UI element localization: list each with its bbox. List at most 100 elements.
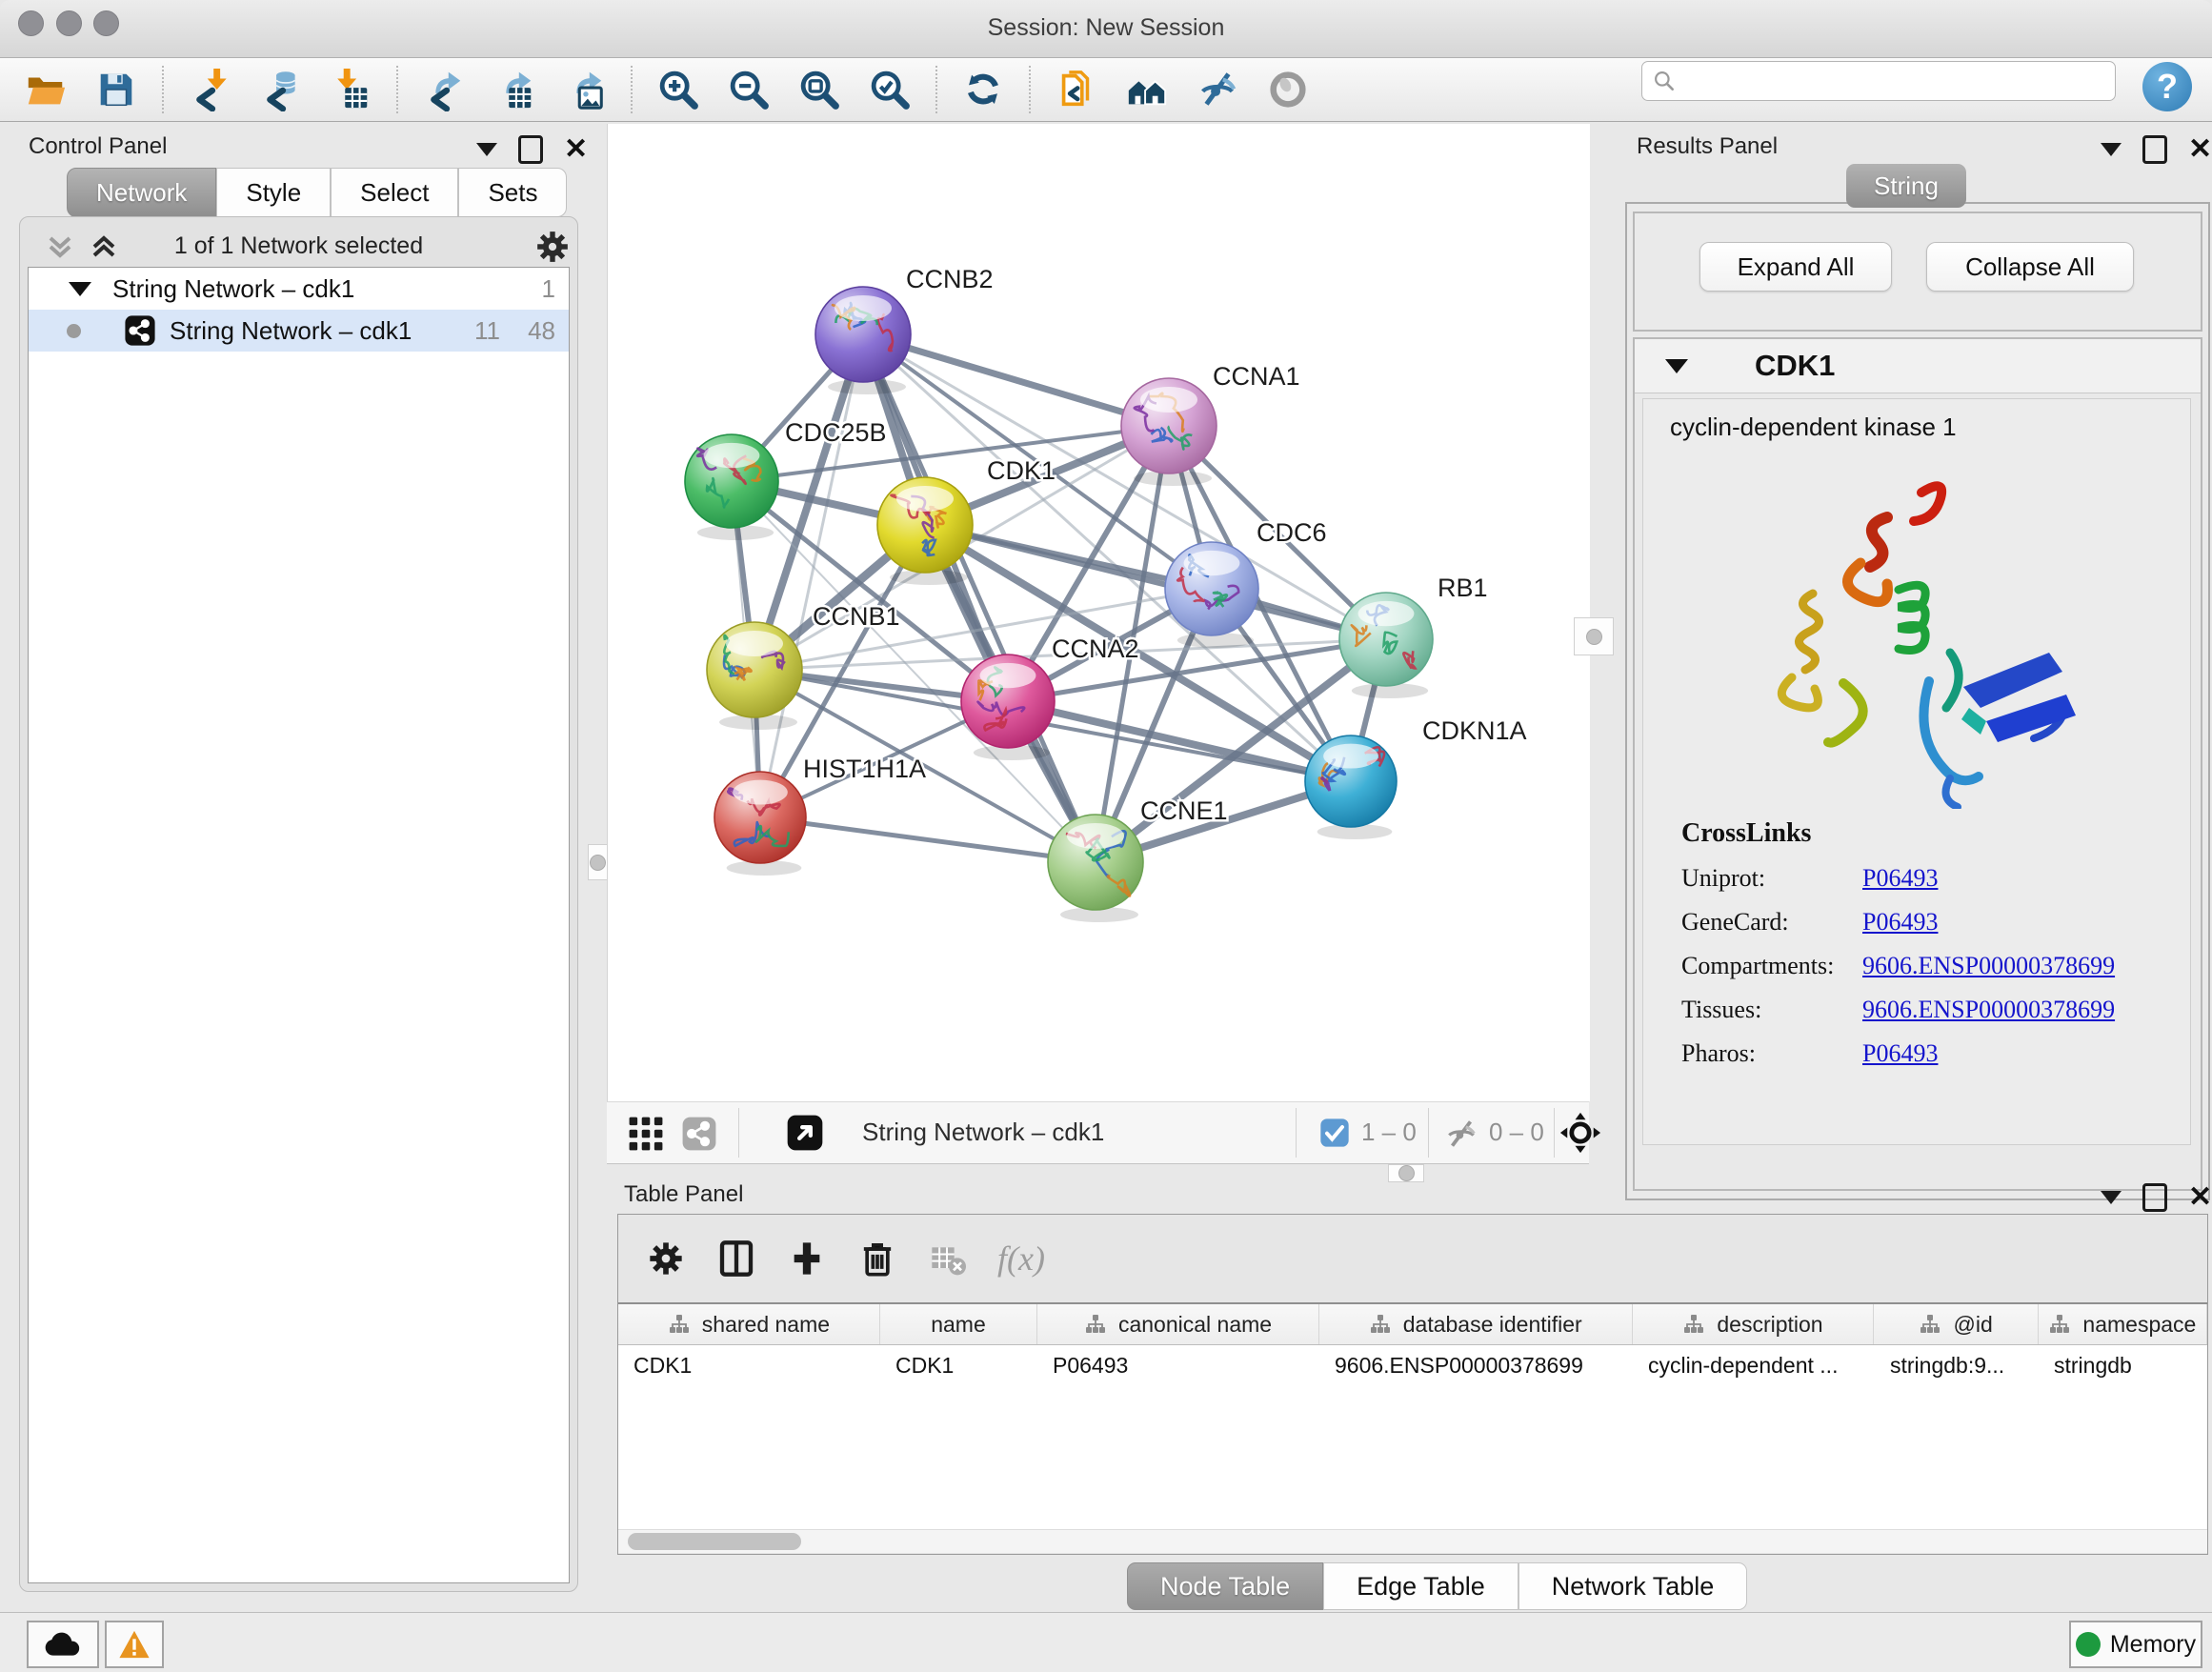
network-view-canvas[interactable]: CCNB2CCNA1CDC25BCDK1CDC6RB1CCNB1CCNA2CDK… <box>607 124 1590 1101</box>
show-graphics-details-button[interactable] <box>1265 67 1311 112</box>
network-node-CCNA2[interactable] <box>961 655 1055 760</box>
tab-edge-table[interactable]: Edge Table <box>1323 1562 1518 1610</box>
cell[interactable]: CDK1 <box>880 1345 1037 1385</box>
table-options-button[interactable] <box>645 1238 687 1279</box>
column-label: database identifier <box>1403 1312 1582 1338</box>
column-header-database-identifier[interactable]: database identifier <box>1319 1304 1633 1344</box>
network-edge[interactable] <box>760 817 1096 862</box>
grid-mode-icon[interactable] <box>628 1116 664 1152</box>
cell[interactable]: stringdb:9... <box>1875 1345 2039 1385</box>
open-session-icon <box>24 68 68 111</box>
expand-all-button[interactable]: Expand All <box>1699 242 1892 292</box>
cell[interactable]: cyclin-dependent ... <box>1633 1345 1875 1385</box>
left-splitter-handle[interactable] <box>588 844 608 880</box>
crosslink-value[interactable]: P06493 <box>1862 1039 1938 1068</box>
network-node-CCNA1[interactable] <box>1121 378 1217 486</box>
collection-expander-icon[interactable] <box>69 282 91 296</box>
save-session-button[interactable] <box>93 67 139 112</box>
network-mode-icon[interactable] <box>681 1116 717 1152</box>
help-button[interactable]: ? <box>2142 62 2192 111</box>
zoom-out-button[interactable] <box>726 67 772 112</box>
column-header--id[interactable]: @id <box>1874 1304 2038 1344</box>
network-node-CDC25B[interactable] <box>685 434 778 540</box>
crosslink-value[interactable]: P06493 <box>1862 864 1938 893</box>
network-node-HIST1H1A[interactable] <box>714 772 806 876</box>
network-node-CCNE1[interactable] <box>1048 815 1143 922</box>
import-network-button[interactable] <box>187 67 232 112</box>
first-neighbors-button[interactable] <box>1124 67 1170 112</box>
cell[interactable]: P06493 <box>1037 1345 1319 1385</box>
float-panel-icon[interactable] <box>2142 1183 2167 1212</box>
tab-sets[interactable]: Sets <box>458 168 567 217</box>
fit-selected-crosshair-icon[interactable] <box>1559 1112 1601 1154</box>
collapse-all-button[interactable]: Collapse All <box>1926 242 2134 292</box>
collapse-panel-icon[interactable] <box>476 143 497 156</box>
tab-style[interactable]: Style <box>216 168 331 217</box>
import-network-database-button[interactable] <box>257 67 303 112</box>
cell[interactable]: stringdb <box>2039 1345 2207 1385</box>
birdseye-view-icon[interactable] <box>786 1114 824 1152</box>
zoom-in-button[interactable] <box>655 67 701 112</box>
scrollbar-thumb[interactable] <box>628 1533 801 1550</box>
export-image-button[interactable] <box>562 67 608 112</box>
network-node-CCNB2[interactable] <box>815 287 911 394</box>
export-network-icon <box>422 68 466 111</box>
column-header-name[interactable]: name <box>880 1304 1037 1344</box>
tab-select[interactable]: Select <box>331 168 458 217</box>
right-splitter-handle[interactable] <box>1574 617 1614 655</box>
tab-string[interactable]: String <box>1846 164 1966 208</box>
crosslink-value[interactable]: 9606.ENSP00000378699 <box>1862 952 2115 980</box>
zoom-fit-icon <box>797 68 841 111</box>
close-panel-icon[interactable]: ✕ <box>2188 1186 2212 1209</box>
float-panel-icon[interactable] <box>518 135 543 164</box>
show-column-button[interactable] <box>715 1238 757 1279</box>
network-node-CCNB1[interactable] <box>707 622 802 730</box>
column-header-shared-name[interactable]: shared name <box>618 1304 880 1344</box>
hide-graphics-details-button[interactable] <box>1195 67 1240 112</box>
collapse-panel-icon[interactable] <box>2101 143 2122 156</box>
search-input[interactable] <box>1677 63 2115 99</box>
close-panel-icon[interactable]: ✕ <box>564 138 588 161</box>
open-session-button[interactable] <box>23 67 69 112</box>
network-node-RB1[interactable] <box>1339 593 1433 698</box>
network-node-CDKN1A[interactable] <box>1305 735 1397 839</box>
crosslink-row: Tissues:9606.ENSP00000378699 <box>1681 996 2177 1024</box>
column-header-canonical-name[interactable]: canonical name <box>1037 1304 1319 1344</box>
tab-network-table[interactable]: Network Table <box>1518 1562 1748 1610</box>
tab-network[interactable]: Network <box>67 168 216 217</box>
table-row[interactable]: CDK1CDK1P064939606.ENSP00000378699cyclin… <box>618 1345 2207 1385</box>
export-network-button[interactable] <box>421 67 467 112</box>
cell[interactable]: CDK1 <box>618 1345 880 1385</box>
string-import-button[interactable] <box>1054 67 1099 112</box>
function-builder-button[interactable]: f(x) <box>997 1239 1045 1279</box>
crosslink-value[interactable]: P06493 <box>1862 908 1938 937</box>
network-row[interactable]: String Network – cdk1 11 48 <box>29 310 569 352</box>
column-mapping-icon <box>1682 1313 1705 1336</box>
close-panel-icon[interactable]: ✕ <box>2188 138 2212 161</box>
collapse-panel-icon[interactable] <box>2101 1191 2122 1204</box>
delete-column-button[interactable] <box>856 1238 898 1279</box>
apply-layout-button[interactable] <box>960 67 1006 112</box>
table-horizontal-scrollbar[interactable] <box>618 1529 2207 1553</box>
float-panel-icon[interactable] <box>2142 135 2167 164</box>
network-collection-row[interactable]: String Network – cdk1 1 <box>29 268 569 310</box>
zoom-selected-button[interactable] <box>867 67 913 112</box>
network-options-gear-icon[interactable] <box>534 229 571 265</box>
tab-node-table[interactable]: Node Table <box>1127 1562 1323 1610</box>
entry-expander-icon[interactable] <box>1665 359 1688 373</box>
entry-header[interactable]: CDK1 <box>1635 339 2201 393</box>
selected-checkbox-icon[interactable] <box>1319 1118 1350 1148</box>
cloud-status-button[interactable] <box>27 1621 99 1668</box>
column-header-namespace[interactable]: namespace <box>2039 1304 2207 1344</box>
crosslink-value[interactable]: 9606.ENSP00000378699 <box>1862 996 2115 1024</box>
column-header-description[interactable]: description <box>1633 1304 1875 1344</box>
warnings-button[interactable] <box>105 1621 164 1668</box>
crosslink-row: Compartments:9606.ENSP00000378699 <box>1681 952 2177 980</box>
cell[interactable]: 9606.ENSP00000378699 <box>1319 1345 1633 1385</box>
gene-description: cyclin-dependent kinase 1 <box>1670 413 1957 442</box>
export-table-button[interactable] <box>492 67 537 112</box>
memory-button[interactable]: Memory <box>2069 1621 2202 1668</box>
zoom-fit-button[interactable] <box>796 67 842 112</box>
import-table-button[interactable] <box>328 67 373 112</box>
create-column-button[interactable] <box>786 1238 828 1279</box>
